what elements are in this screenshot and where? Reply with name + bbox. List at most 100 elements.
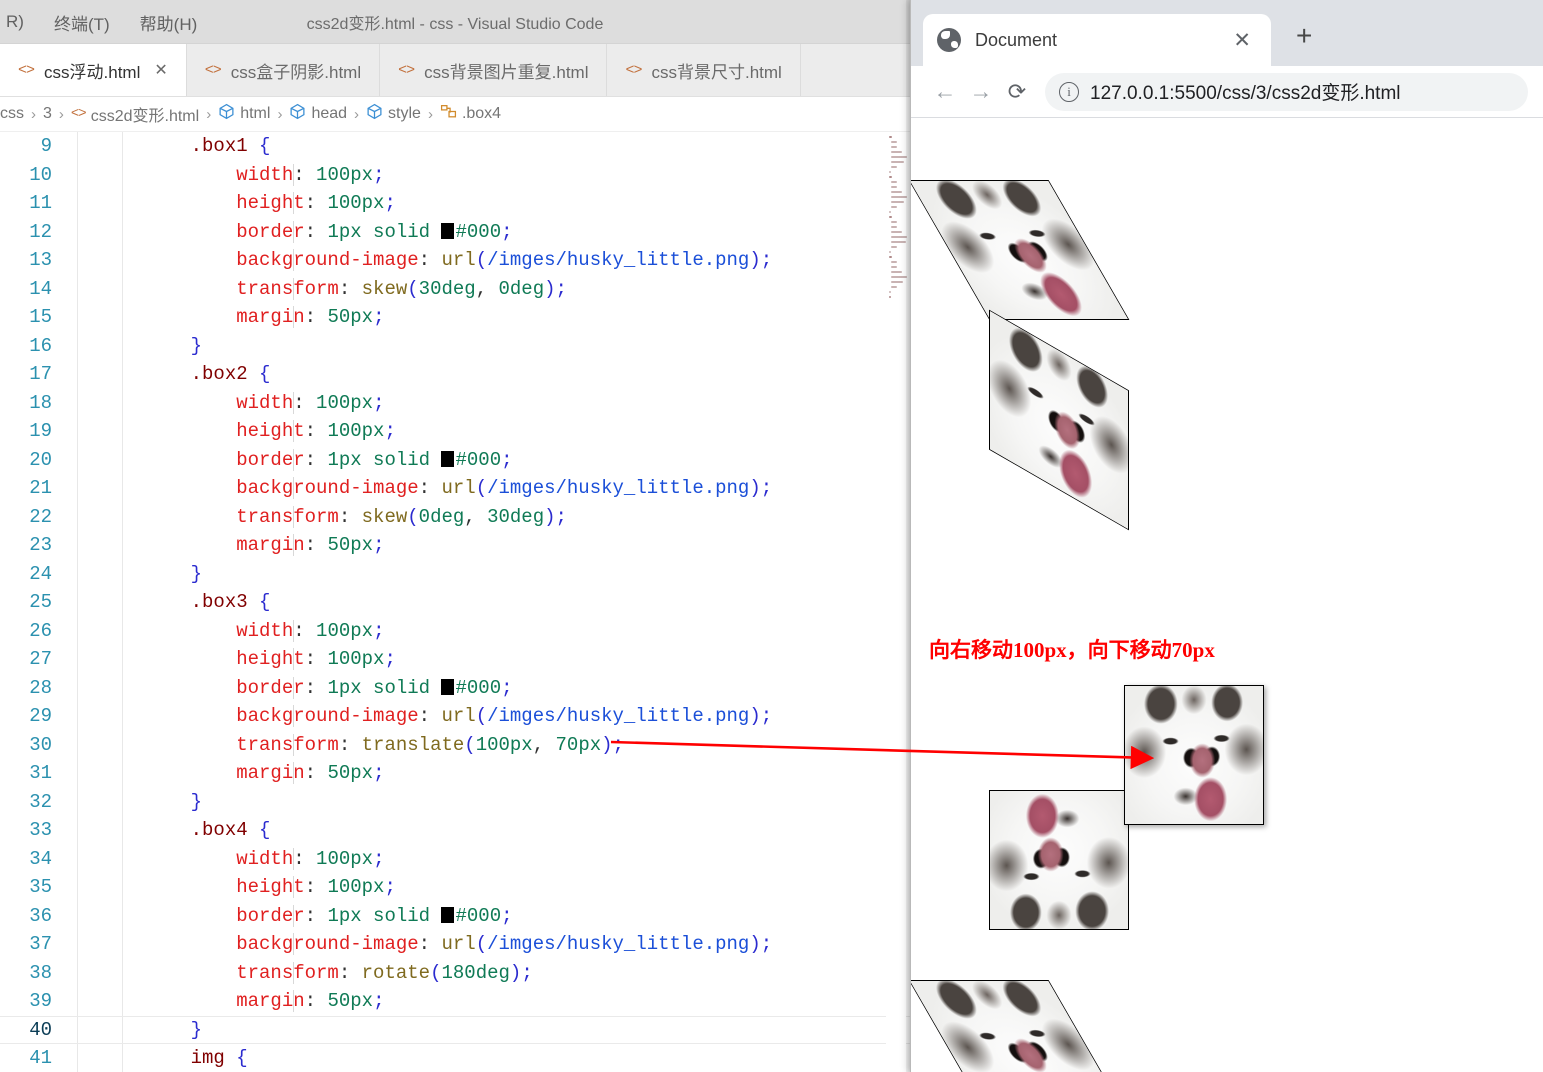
- code-token: margin: [236, 534, 305, 557]
- editor-gutter-fold[interactable]: [58, 844, 78, 873]
- editor-gutter-fold[interactable]: [58, 360, 78, 389]
- code-token: (: [475, 705, 488, 728]
- editor-gutter-fold[interactable]: [58, 673, 78, 702]
- code-token: :: [418, 249, 442, 272]
- editor-gutter-fold[interactable]: [58, 645, 78, 674]
- code-token: 1px solid: [327, 904, 442, 927]
- breadcrumb-item-style[interactable]: style: [366, 103, 421, 125]
- code-line[interactable]: 40 }: [0, 1015, 910, 1044]
- address-bar[interactable]: i 127.0.0.1:5500/css/3/css2d变形.html: [1045, 72, 1528, 111]
- menu-item-help[interactable]: 帮助(H): [134, 8, 204, 37]
- code-line[interactable]: 41 img {: [0, 1044, 910, 1072]
- code-line[interactable]: 32 }: [0, 787, 910, 816]
- code-line[interactable]: 11 height: 100px;: [0, 189, 910, 218]
- editor-gutter-fold[interactable]: [58, 787, 78, 816]
- editor-gutter-fold[interactable]: [58, 474, 78, 503]
- editor-gutter-fold[interactable]: [58, 303, 78, 332]
- code-line[interactable]: 23 margin: 50px;: [0, 531, 910, 560]
- code-line[interactable]: 10 width: 100px;: [0, 160, 910, 189]
- close-icon[interactable]: ✕: [154, 60, 167, 80]
- breadcrumb-item-file[interactable]: <> css2d变形.html: [71, 102, 199, 126]
- editor-tab-css-boxshadow[interactable]: <> css盒子阴影.html: [186, 44, 381, 96]
- breadcrumb-item-head[interactable]: head: [289, 103, 347, 125]
- editor-gutter-fold[interactable]: [58, 873, 78, 902]
- editor-gutter-fold[interactable]: [58, 759, 78, 788]
- editor-gutter-fold[interactable]: [58, 616, 78, 645]
- code-editor[interactable]: 9 .box1 {10 width: 100px; 11 height: 100p…: [0, 132, 910, 1072]
- code-line[interactable]: 9 .box1 {: [0, 132, 910, 161]
- code-line[interactable]: 36 border: 1px solid #000;: [0, 901, 910, 930]
- menu-item-terminal[interactable]: 终端(T): [48, 8, 116, 37]
- breadcrumb-item-css[interactable]: css: [0, 105, 24, 123]
- code-line[interactable]: 20 border: 1px solid #000;: [0, 445, 910, 474]
- code-line[interactable]: 26 width: 100px;: [0, 616, 910, 645]
- editor-gutter-fold[interactable]: [58, 730, 78, 759]
- editor-gutter-fold[interactable]: [58, 816, 78, 845]
- editor-gutter-fold[interactable]: [58, 246, 78, 275]
- editor-gutter-fold[interactable]: [58, 417, 78, 446]
- code-line[interactable]: 39 margin: 50px;: [0, 987, 910, 1016]
- code-line[interactable]: 35 height: 100px;: [0, 873, 910, 902]
- editor-gutter-fold[interactable]: [58, 1044, 78, 1072]
- editor-tab-css-bg-repeat[interactable]: <> css背景图片重复.html: [380, 44, 608, 96]
- code-line[interactable]: 13 background-image: url(/imges/husky_li…: [0, 246, 910, 275]
- back-button[interactable]: ←: [927, 80, 963, 103]
- code-line[interactable]: 12 border: 1px solid #000;: [0, 217, 910, 246]
- breadcrumb-item-box4[interactable]: .box4: [440, 103, 501, 125]
- editor-gutter-fold[interactable]: [58, 189, 78, 218]
- indent-guide: [293, 676, 294, 699]
- editor-gutter-fold[interactable]: [58, 559, 78, 588]
- editor-gutter-fold[interactable]: [58, 388, 78, 417]
- editor-tab-css-bg-size[interactable]: <> css背景尺寸.html: [607, 44, 801, 96]
- code-line[interactable]: 25 .box3 {: [0, 588, 910, 617]
- editor-tab-css-float[interactable]: <> css浮动.html ✕: [0, 44, 187, 96]
- breadcrumb-item-html[interactable]: html: [218, 103, 270, 125]
- editor-gutter-fold[interactable]: [58, 502, 78, 531]
- code-line[interactable]: 22 transform: skew(0deg, 30deg);: [0, 502, 910, 531]
- code-line[interactable]: 34 width: 100px;: [0, 844, 910, 873]
- editor-gutter-fold[interactable]: [58, 531, 78, 560]
- code-line[interactable]: 31 margin: 50px;: [0, 759, 910, 788]
- site-info-icon[interactable]: i: [1059, 81, 1079, 102]
- editor-gutter-fold[interactable]: [58, 274, 78, 303]
- reload-button[interactable]: ⟳: [999, 80, 1035, 103]
- code-line[interactable]: 27 height: 100px;: [0, 645, 910, 674]
- editor-tab-label: css盒子阴影.html: [230, 62, 362, 82]
- code-line[interactable]: 14 transform: skew(30deg, 0deg);: [0, 274, 910, 303]
- editor-gutter-fold[interactable]: [58, 160, 78, 189]
- editor-minimap[interactable]: [886, 132, 907, 1072]
- code-line[interactable]: 28 border: 1px solid #000;: [0, 673, 910, 702]
- browser-tab-document[interactable]: Document ✕: [923, 14, 1271, 66]
- code-line[interactable]: 29 background-image: url(/imges/husky_li…: [0, 702, 910, 731]
- code-line[interactable]: 30 transform: translate(100px, 70px);: [0, 730, 910, 759]
- editor-gutter-fold[interactable]: [58, 445, 78, 474]
- code-line[interactable]: 24 }: [0, 559, 910, 588]
- editor-gutter-fold[interactable]: [58, 331, 78, 360]
- close-icon[interactable]: ✕: [1227, 30, 1257, 51]
- code-token: ;: [501, 448, 513, 471]
- breadcrumb-item-3[interactable]: 3: [43, 105, 52, 123]
- editor-gutter-fold[interactable]: [58, 588, 78, 617]
- editor-gutter-fold[interactable]: [58, 132, 78, 161]
- menu-item-0[interactable]: R): [0, 10, 30, 34]
- editor-gutter-fold[interactable]: [58, 217, 78, 246]
- code-line[interactable]: 16 }: [0, 331, 910, 360]
- code-token: (: [407, 505, 419, 528]
- editor-gutter-fold[interactable]: [58, 930, 78, 959]
- editor-gutter-fold[interactable]: [58, 958, 78, 987]
- code-line[interactable]: 18 width: 100px;: [0, 388, 910, 417]
- editor-gutter-fold[interactable]: [58, 987, 78, 1016]
- code-line[interactable]: 15 margin: 50px;: [0, 303, 910, 332]
- code-line[interactable]: 17 .box2 {: [0, 360, 910, 389]
- editor-gutter-fold[interactable]: [58, 1016, 78, 1043]
- new-tab-button[interactable]: +: [1296, 22, 1312, 50]
- code-line[interactable]: 38 transform: rotate(180deg);: [0, 958, 910, 987]
- code-line[interactable]: 19 height: 100px;: [0, 417, 910, 446]
- code-token: ): [749, 249, 761, 272]
- code-line[interactable]: 33 .box4 {: [0, 816, 910, 845]
- forward-button[interactable]: →: [963, 80, 999, 103]
- editor-gutter-fold[interactable]: [58, 702, 78, 731]
- code-line[interactable]: 21 background-image: url(/imges/husky_li…: [0, 474, 910, 503]
- code-line[interactable]: 37 background-image: url(/imges/husky_li…: [0, 930, 910, 959]
- editor-gutter-fold[interactable]: [58, 901, 78, 930]
